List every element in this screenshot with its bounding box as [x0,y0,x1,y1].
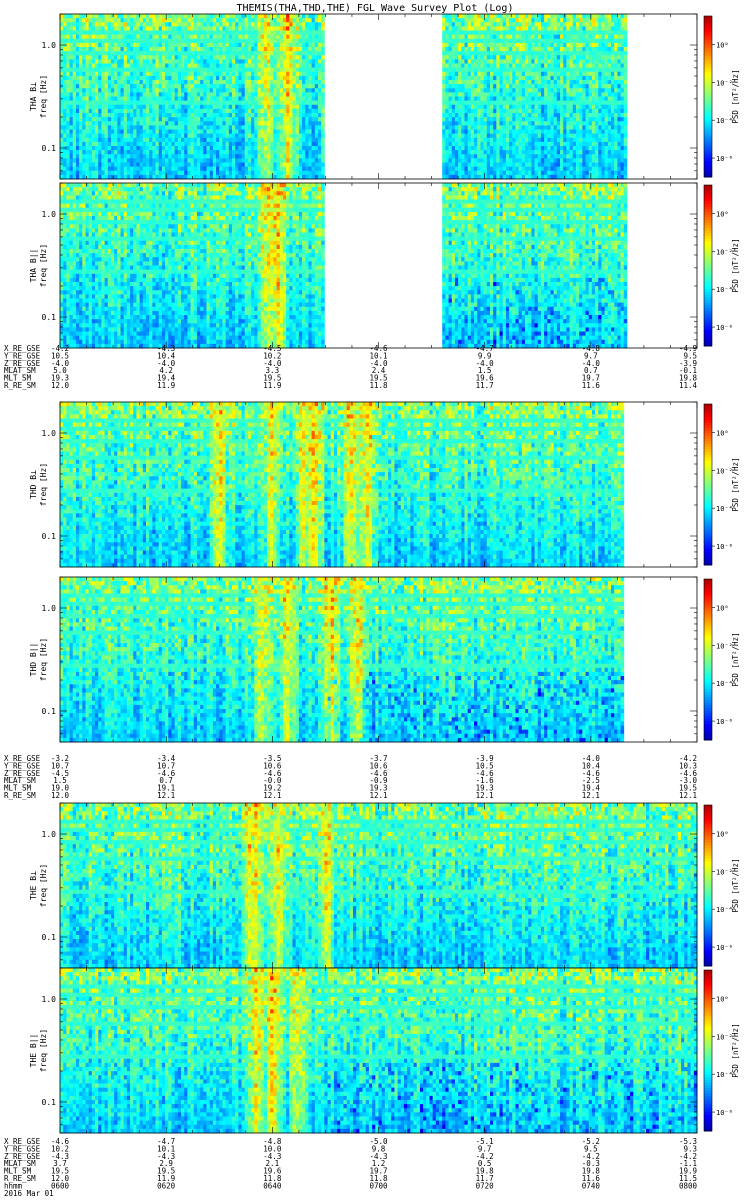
ephemeris-block-1: X_RE_GSE -4.2 -4.3 -4.5 -4.6 -4.7 -4.8 -4.9Y_RE… [4,344,697,390]
panel-ylabel: THA B|| [29,249,38,283]
time-tick-label: 0720 [476,1181,495,1190]
spectrogram-panel-5: 1.00.1THE B⊥ freq [Hz]10⁰10⁻²10⁻⁴10⁻⁶PSD … [29,803,740,968]
psd-axis-label: PSD [nT²/Hz] [731,632,740,686]
panel-ylabel: THE B⊥ [29,871,38,900]
spectrogram-panel-6: 1.00.1THE B|| freq [Hz]10⁰10⁻²10⁻⁴10⁻⁶PSD… [29,968,740,1133]
time-tick-label: 0740 [582,1181,601,1190]
spectrogram-cells [60,14,627,179]
spectrogram-panel-4: 1.00.1THD B|| freq [Hz]10⁰10⁻²10⁻⁴10⁻⁶PSD… [29,577,740,742]
freq-tick-label: 0.1 [42,532,57,541]
colorbar-tick-label: 10⁰ [716,830,729,838]
freq-tick-label: 1.0 [42,210,57,219]
date-label: 2016 Mar 01 [4,1189,54,1198]
ephemeris-row-label: R_RE_SM [4,791,36,800]
freq-axis-label: freq [Hz] [39,638,48,681]
panel-ylabel: THE B|| [29,1034,38,1068]
spectrogram-panel-3: 1.00.1THD B⊥ freq [Hz]10⁰10⁻²10⁻⁴10⁻⁶PSD … [29,402,740,567]
ephemeris-row-label: R_RE_SM [4,381,36,390]
psd-axis-label: PSD [nT²/Hz] [731,457,740,511]
psd-axis-label: PSD [nT²/Hz] [731,69,740,123]
time-tick-label: 0700 [369,1181,388,1190]
freq-tick-label: 0.1 [42,1098,57,1107]
colorbar-tick-label: 10⁰ [716,41,729,49]
colorbar-tick-label: 10⁻⁶ [716,543,733,551]
colorbar-tick-label: 10⁰ [716,995,729,1003]
colorbar-tick-label: 10⁰ [716,429,729,437]
freq-tick-label: 0.1 [42,144,57,153]
colorbar-tick-label: 10⁻⁶ [716,944,733,952]
ephemeris-value: 11.8 [369,381,388,390]
freq-axis-label: freq [Hz] [39,864,48,907]
colorbar: 10⁰10⁻²10⁻⁴10⁻⁶PSD [nT²/Hz] [704,404,740,566]
time-tick-label: 0600 [51,1181,70,1190]
spectrogram-cells [60,968,697,1133]
panel-ylabel: THD B|| [29,643,38,677]
freq-axis-label: freq [Hz] [39,244,48,287]
ephemeris-value: 11.9 [157,381,175,390]
colorbar-tick-label: 10⁻⁶ [716,324,733,332]
freq-tick-label: 1.0 [42,604,57,613]
plot-title: THEMIS(THA,THD,THE) FGL Wave Survey Plot… [237,3,514,14]
ephemeris-value: 11.4 [679,381,698,390]
freq-axis-label: freq [Hz] [39,1029,48,1072]
ephemeris-value: 12.0 [51,791,70,800]
colorbar-tick-label: 10⁻⁶ [716,718,733,726]
colorbar-tick-label: 10⁻⁶ [716,155,733,163]
freq-tick-label: 0.1 [42,707,57,716]
spectrogram-panel-2: 1.00.1THA B|| freq [Hz]10⁰10⁻²10⁻⁴10⁻⁶PSD… [29,183,740,348]
psd-axis-label: PSD [nT²/Hz] [731,238,740,292]
colorbar-tick-label: 10⁰ [716,210,729,218]
colorbar: 10⁰10⁻²10⁻⁴10⁻⁶PSD [nT²/Hz] [704,16,740,178]
spectrogram-cells [60,402,624,567]
time-tick-label: 0800 [679,1181,698,1190]
colorbar: 10⁰10⁻²10⁻⁴10⁻⁶PSD [nT²/Hz] [704,185,740,347]
spectrogram-cells [60,803,697,968]
colorbar: 10⁰10⁻²10⁻⁴10⁻⁶PSD [nT²/Hz] [704,805,740,967]
psd-axis-label: PSD [nT²/Hz] [731,1023,740,1077]
freq-tick-label: 0.1 [42,313,57,322]
freq-axis-label: freq [Hz] [39,75,48,118]
ephemeris-block-2: X_RE_GSE -3.2 -3.4 -3.5 -3.7 -3.9 -4.0 -4.2Y_RE… [4,754,697,800]
freq-tick-label: 1.0 [42,995,57,1004]
panel-ylabel: THA B⊥ [29,82,38,111]
ephemeris-value: 11.6 [582,381,601,390]
freq-tick-label: 0.1 [42,933,57,942]
spectrogram-cells [60,577,624,742]
ephemeris-value: 12.1 [369,791,387,800]
ephemeris-value: 12.1 [679,791,697,800]
ephemeris-value: 11.9 [263,381,281,390]
ephemeris-value: 12.1 [582,791,600,800]
colorbar-tick-label: 10⁰ [716,604,729,612]
ephemeris-block-3: X_RE_GSE -4.6 -4.7 -4.8 -5.0 -5.1 -5.2 -5.3Y_RE… [4,1137,697,1198]
ephemeris-value: 12.1 [476,791,494,800]
time-tick-label: 0640 [263,1181,282,1190]
colorbar: 10⁰10⁻²10⁻⁴10⁻⁶PSD [nT²/Hz] [704,970,740,1132]
ephemeris-value: 12.0 [51,381,70,390]
freq-tick-label: 1.0 [42,41,57,50]
wave-survey-plot: THEMIS(THA,THD,THE) FGL Wave Survey Plot… [0,0,750,1200]
freq-axis-label: freq [Hz] [39,463,48,506]
ephemeris-value: 12.1 [263,791,281,800]
colorbar: 10⁰10⁻²10⁻⁴10⁻⁶PSD [nT²/Hz] [704,579,740,741]
spectrogram-cells [60,183,627,348]
colorbar-tick-label: 10⁻⁶ [716,1109,733,1117]
freq-tick-label: 1.0 [42,429,57,438]
time-tick-label: 0620 [157,1181,176,1190]
spectrogram-panel-1: 1.00.1THA B⊥ freq [Hz]10⁰10⁻²10⁻⁴10⁻⁶PSD … [29,14,740,179]
spectrogram-panels: 1.00.1THA B⊥ freq [Hz]10⁰10⁻²10⁻⁴10⁻⁶PSD … [29,14,740,1133]
ephemeris-value: 12.1 [157,791,175,800]
panel-ylabel: THD B⊥ [29,470,38,499]
psd-axis-label: PSD [nT²/Hz] [731,858,740,912]
freq-tick-label: 1.0 [42,830,57,839]
ephemeris-value: 11.7 [476,381,494,390]
